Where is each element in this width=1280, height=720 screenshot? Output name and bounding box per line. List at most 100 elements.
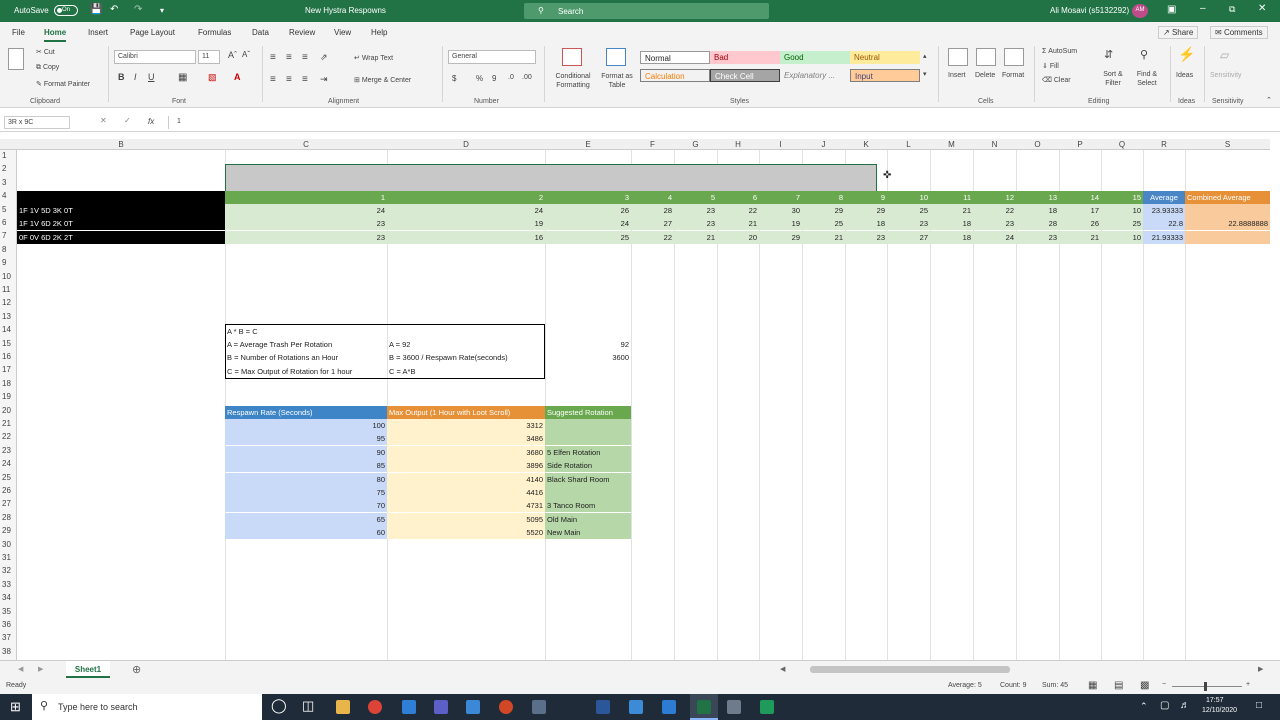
insert-function-icon[interactable]: fx xyxy=(148,117,154,126)
tray-chevron-icon[interactable]: ⌃ xyxy=(1140,701,1148,712)
row-header[interactable]: 23 xyxy=(0,446,15,459)
add-sheet-icon[interactable]: ⊕ xyxy=(132,663,141,676)
combined-average-header[interactable]: Combined Average xyxy=(1185,191,1270,204)
header-number[interactable]: 2 xyxy=(387,191,545,204)
header-number[interactable]: 5 xyxy=(674,191,717,204)
header-number[interactable]: 8 xyxy=(802,191,845,204)
header-number[interactable]: 14 xyxy=(1059,191,1101,204)
name-box[interactable]: 3R x 9C xyxy=(4,116,70,129)
hscroll-left-icon[interactable]: ◀ xyxy=(780,665,785,673)
row-header[interactable]: 7 xyxy=(0,231,15,244)
data-cell[interactable]: 28 xyxy=(1016,217,1059,231)
table-cell-output[interactable]: 3486 xyxy=(387,432,545,446)
data-cell[interactable]: 24 xyxy=(387,204,545,217)
row-header[interactable]: 5 xyxy=(0,205,15,218)
row-header[interactable]: 38 xyxy=(0,647,15,660)
sort-filter-icon[interactable]: ⇵ xyxy=(1104,48,1113,61)
cortana-icon[interactable]: ◯ xyxy=(271,697,287,714)
increase-decimal-icon[interactable]: .0 xyxy=(508,74,514,81)
row-header[interactable]: 22 xyxy=(0,432,15,445)
data-cell[interactable]: 23 xyxy=(887,217,930,231)
percent-icon[interactable]: % xyxy=(476,74,483,83)
data-cell[interactable]: 24 xyxy=(225,204,387,217)
row-label[interactable]: 1F 1V 5D 3K 0T xyxy=(17,204,225,217)
average-header[interactable]: Average xyxy=(1143,191,1185,204)
conditional-formatting-icon[interactable] xyxy=(562,48,582,66)
table-cell-respawn[interactable]: 70 xyxy=(225,499,387,513)
align-middle-icon[interactable]: ≡ xyxy=(286,52,292,63)
network-icon[interactable]: ▢ xyxy=(1160,700,1169,711)
clear-button[interactable]: ⌫ Clear xyxy=(1042,76,1071,84)
data-cell[interactable]: 23 xyxy=(845,230,887,244)
data-cell[interactable]: 22 xyxy=(631,230,674,244)
table-cell-respawn[interactable]: 100 xyxy=(225,419,387,432)
tab-help[interactable]: Help xyxy=(371,28,387,37)
teams-icon[interactable] xyxy=(434,700,448,714)
vscode-icon[interactable] xyxy=(662,700,676,714)
avatar[interactable]: AM xyxy=(1132,4,1148,18)
data-cell[interactable]: 23 xyxy=(1016,230,1059,244)
header-number[interactable]: 1 xyxy=(225,191,387,204)
worksheet-grid[interactable]: ✜ 1 2 3 4 5 6 7 8 9 10 11 12 13 14 15 Average Combined… xyxy=(17,150,1270,660)
table-cell-output[interactable]: 3312 xyxy=(387,419,545,432)
data-cell[interactable]: 19 xyxy=(759,217,802,231)
column-header[interactable]: L xyxy=(887,140,930,149)
next-sheet-icon[interactable]: ▶ xyxy=(38,665,43,673)
table-cell-rotation[interactable] xyxy=(545,486,631,499)
row-header[interactable]: 36 xyxy=(0,620,15,633)
header-black-cell[interactable] xyxy=(17,191,225,204)
column-header[interactable]: P xyxy=(1059,140,1101,149)
zoom-slider-thumb[interactable] xyxy=(1204,682,1207,691)
column-header[interactable]: E xyxy=(545,140,631,149)
column-header[interactable]: F xyxy=(631,140,674,149)
row-header[interactable]: 15 xyxy=(0,339,15,352)
data-cell[interactable]: 23 xyxy=(674,204,717,217)
data-cell[interactable]: 27 xyxy=(887,230,930,244)
row-header[interactable]: 21 xyxy=(0,419,15,432)
style-calculation[interactable]: Calculation xyxy=(640,69,710,82)
align-center-icon[interactable]: ≡ xyxy=(286,74,292,85)
fill-color-icon[interactable]: ▧ xyxy=(208,72,217,83)
tab-data[interactable]: Data xyxy=(252,28,269,37)
ideas-label[interactable]: Ideas xyxy=(1176,72,1193,79)
cut-button[interactable]: ✂ Cut xyxy=(36,48,55,56)
task-view-icon[interactable]: ◫ xyxy=(302,698,314,714)
row-header[interactable]: 25 xyxy=(0,473,15,486)
data-cell[interactable]: 30 xyxy=(759,204,802,217)
column-header[interactable]: R xyxy=(1143,140,1185,149)
status-average[interactable]: Average: 5 xyxy=(948,682,982,689)
excel-taskbar-button[interactable] xyxy=(690,694,718,720)
combined-average-cell[interactable] xyxy=(1185,230,1270,244)
average-cell[interactable]: 22.8 xyxy=(1143,217,1185,231)
row-header[interactable]: 11 xyxy=(0,285,15,298)
normal-view-icon[interactable]: ▦ xyxy=(1088,680,1097,691)
fill-button[interactable]: ⇓ Fill xyxy=(1042,62,1059,70)
align-left-icon[interactable]: ≡ xyxy=(270,74,276,85)
table-cell-respawn[interactable]: 95 xyxy=(225,432,387,446)
column-header[interactable]: H xyxy=(717,140,759,149)
data-cell[interactable]: 29 xyxy=(802,204,845,217)
column-header[interactable]: N xyxy=(973,140,1016,149)
underline-icon[interactable]: U xyxy=(148,72,155,82)
row-header[interactable]: 14 xyxy=(0,325,15,338)
zoom-out-icon[interactable]: − xyxy=(1162,681,1166,688)
align-top-icon[interactable]: ≡ xyxy=(270,52,276,63)
horizontal-scrollbar[interactable] xyxy=(810,666,1010,673)
close-icon[interactable]: ✕ xyxy=(1258,3,1266,14)
formula-c-def[interactable]: C = Max Output of Rotation for 1 hour xyxy=(225,365,387,378)
row-header[interactable]: 32 xyxy=(0,566,15,579)
sort-filter-label[interactable]: Sort & Filter xyxy=(1096,70,1130,88)
table-cell-rotation[interactable] xyxy=(545,432,631,446)
header-number[interactable]: 10 xyxy=(887,191,930,204)
bold-icon[interactable]: B xyxy=(118,72,125,82)
tab-file[interactable]: File xyxy=(12,28,25,37)
table-cell-respawn[interactable]: 65 xyxy=(225,512,387,526)
hscroll-right-icon[interactable]: ▶ xyxy=(1258,665,1263,673)
formula-input[interactable]: 1 xyxy=(168,116,1264,129)
table-cell-output[interactable]: 5520 xyxy=(387,526,545,540)
grow-font-icon[interactable]: Aˆ xyxy=(228,50,237,60)
row-header[interactable]: 10 xyxy=(0,272,15,285)
row-header[interactable]: 4 xyxy=(0,191,15,204)
table-cell-output[interactable]: 4140 xyxy=(387,472,545,486)
paste-icon[interactable] xyxy=(8,48,24,70)
